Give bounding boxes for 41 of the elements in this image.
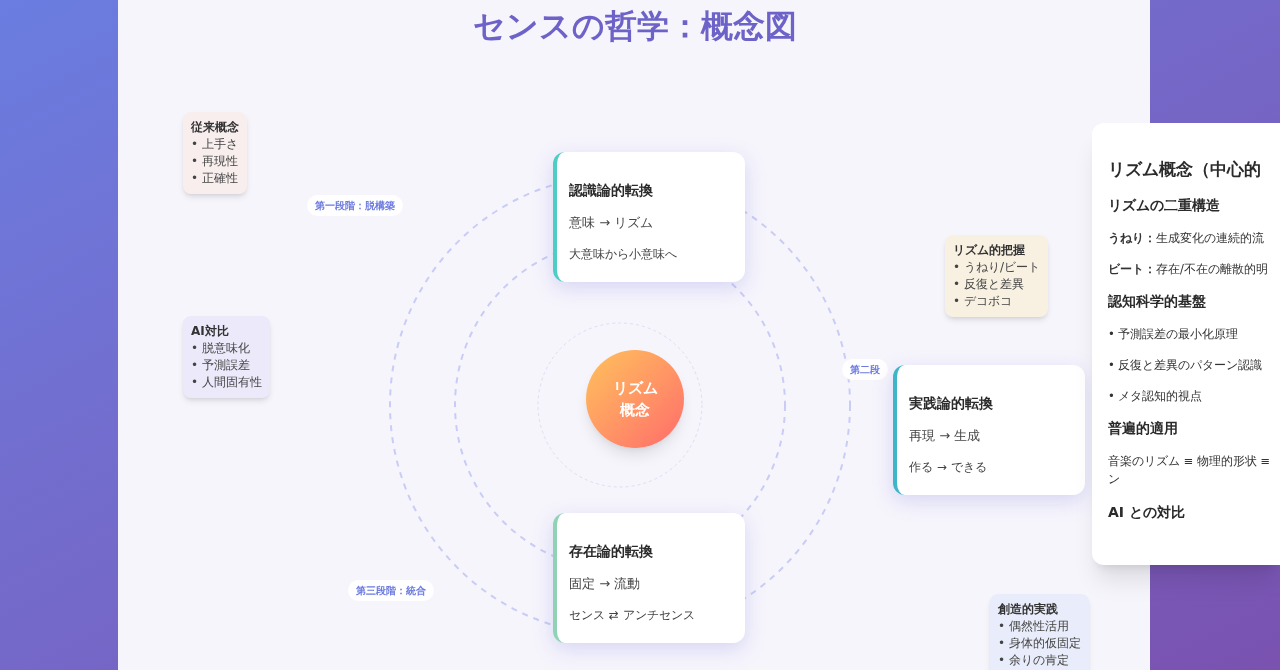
section-heading: 認知科学的基盤 (1108, 292, 1207, 311)
note-item: • うねり/ビート (953, 259, 1040, 276)
card-title: 実践論的転換 (909, 394, 994, 413)
panel-paragraph-line: ン (1108, 471, 1121, 488)
note-title: リズム的把握 (953, 242, 1026, 259)
panel-line: • メタ認知的視点 (1108, 388, 1204, 404)
panel-line: • 反復と差異のパターン認識 (1108, 357, 1264, 373)
card-title: 認識論的転換 (569, 181, 654, 200)
note-item: • 人間固有性 (191, 374, 262, 391)
note-item: • 上手さ (191, 136, 239, 153)
note-item: • デコボコ (953, 293, 1013, 310)
page-title: センスの哲学：概念図 (472, 6, 798, 47)
stage-label: 第二段 (842, 359, 888, 380)
section-heading: AI との対比 (1108, 503, 1186, 522)
note-item: • 正確性 (191, 170, 239, 187)
card-shift: 再現 → 生成 (909, 427, 982, 445)
section-heading: リズムの二重構造 (1108, 196, 1221, 215)
panel-title: リズム概念（中心的 (1108, 158, 1262, 181)
stage-label: 第三段階：統合 (348, 580, 434, 601)
card-note: センス ⇄ アンチセンス (569, 607, 696, 623)
note-item: • 身体的仮固定 (998, 635, 1081, 652)
panel-line: • 予測誤差の最小化原理 (1108, 326, 1240, 342)
note-item: • 予測誤差 (191, 357, 251, 374)
card-note: 作る → できる (909, 459, 988, 475)
card-note: 大意味から小意味へ (569, 246, 678, 262)
note-item: • 余りの肯定 (998, 652, 1070, 669)
note-title: 従来概念 (191, 119, 239, 136)
card-title: 存在論的転換 (569, 542, 654, 561)
card-shift: 意味 → リズム (569, 214, 655, 232)
note-item: • 反復と差異 (953, 276, 1025, 293)
section-heading: 普遍的適用 (1108, 419, 1179, 438)
panel-line: ビート：存在/不在の離散的明 (1108, 261, 1269, 277)
panel-line: うねり：生成変化の連続的流 (1108, 230, 1265, 246)
note-title: AI対比 (191, 323, 230, 340)
note-title: 創造的実践 (998, 601, 1059, 618)
note-item: • 脱意味化 (191, 340, 251, 357)
card-shift: 固定 → 流動 (569, 575, 642, 593)
note-item: • 再現性 (191, 153, 239, 170)
note-item: • 偶然性活用 (998, 618, 1070, 635)
stage-label: 第一段階：脱構築 (307, 195, 403, 216)
panel-paragraph-line: 音楽のリズム ≡ 物理的形状 ≡ (1108, 453, 1272, 470)
